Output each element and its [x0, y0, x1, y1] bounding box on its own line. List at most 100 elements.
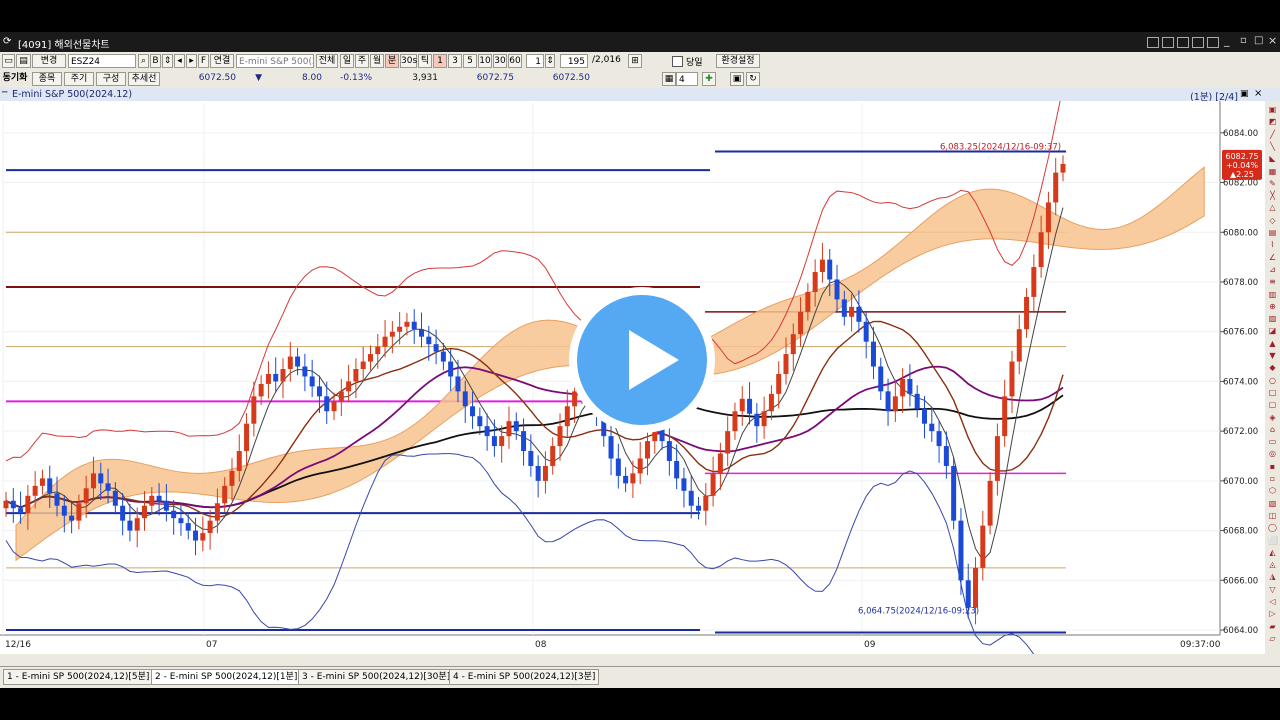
window-close-icon[interactable]: ×: [1268, 34, 1277, 47]
chart-type-icon[interactable]: ▤: [16, 54, 31, 68]
drawing-tool-icon[interactable]: ▧: [1268, 499, 1277, 508]
b-button[interactable]: B: [150, 54, 161, 68]
drawing-tool-icon[interactable]: ▣: [1268, 105, 1277, 114]
window-link-icon[interactable]: [1177, 37, 1189, 48]
unit-stepper-icon[interactable]: ⇕: [545, 54, 555, 68]
drawing-tool-icon[interactable]: ▪: [1268, 462, 1277, 471]
drawing-tool-icon[interactable]: ╳: [1268, 191, 1277, 200]
drawing-tool-icon[interactable]: ◮: [1268, 572, 1277, 581]
month-button[interactable]: 월: [370, 54, 384, 68]
week-button[interactable]: 주: [355, 54, 369, 68]
drawing-tool-icon[interactable]: ⌇: [1268, 240, 1277, 249]
window-restore-icon[interactable]: ▫: [1240, 35, 1247, 46]
search-icon[interactable]: ⌕: [138, 54, 149, 68]
drawing-tool-icon[interactable]: ∠: [1268, 253, 1277, 262]
drawing-tool-icon[interactable]: ◭: [1268, 548, 1277, 557]
drawing-tool-icon[interactable]: ◈: [1268, 413, 1277, 422]
window-help-icon[interactable]: [1192, 37, 1204, 48]
drawing-tool-icon[interactable]: ✎: [1268, 179, 1277, 188]
interval-60-button[interactable]: 60: [508, 54, 522, 68]
drawing-tool-icon[interactable]: ╲: [1268, 142, 1277, 151]
drawing-tool-icon[interactable]: ⌂: [1268, 425, 1277, 434]
seconds-button[interactable]: 30s: [400, 54, 417, 68]
window-minimize-icon[interactable]: _: [1224, 34, 1230, 47]
count-input[interactable]: 195: [560, 54, 588, 68]
settings-button[interactable]: 환경설정: [716, 54, 760, 68]
tab-chart-1[interactable]: 1 - E-mini SP 500(2024,12)[5분]: [3, 669, 154, 685]
drawing-tool-icon[interactable]: △: [1268, 203, 1277, 212]
drawing-tool-icon[interactable]: ▲: [1268, 339, 1277, 348]
drawing-tool-icon[interactable]: ◩: [1268, 117, 1277, 126]
window-print-icon[interactable]: [1207, 37, 1219, 48]
zoom-icon[interactable]: ⊞: [628, 54, 642, 68]
window-cascade-icon[interactable]: [1162, 37, 1174, 48]
interval-3-button[interactable]: 3: [448, 54, 462, 68]
layout-grid-icon[interactable]: ▦: [662, 72, 676, 86]
compose-button[interactable]: 구성: [96, 72, 126, 86]
unit-input[interactable]: 1: [526, 54, 544, 68]
drawing-tool-icon[interactable]: ≡: [1268, 277, 1277, 286]
drawing-tool-icon[interactable]: ▢: [1268, 400, 1277, 409]
interval-10-button[interactable]: 10: [478, 54, 492, 68]
stepper-icon[interactable]: ⇕: [162, 54, 173, 68]
layout-count-select[interactable]: 4: [676, 72, 698, 86]
drawing-tool-icon[interactable]: ▫: [1268, 474, 1277, 483]
drawing-tool-icon[interactable]: ▭: [1268, 437, 1277, 446]
change-button[interactable]: 변경: [32, 54, 66, 68]
window-maximize-icon[interactable]: □: [1254, 35, 1263, 46]
trendline-button[interactable]: 추세선: [128, 72, 160, 86]
symbol-input[interactable]: ESZ24: [68, 54, 136, 68]
cycle-button[interactable]: 주기: [64, 72, 94, 86]
drawing-tool-icon[interactable]: ◬: [1268, 560, 1277, 569]
video-play-button[interactable]: [569, 287, 715, 433]
tick-button[interactable]: 틱: [418, 54, 432, 68]
refresh-icon[interactable]: ↻: [746, 72, 760, 86]
item-button[interactable]: 종목: [32, 72, 62, 86]
sync-button[interactable]: 동기화: [0, 72, 30, 86]
drawing-tool-icon[interactable]: ▽: [1268, 585, 1277, 594]
minute-button[interactable]: 분: [385, 54, 399, 68]
interval-5-button[interactable]: 5: [463, 54, 477, 68]
day-button[interactable]: 일: [340, 54, 354, 68]
drawing-tool-icon[interactable]: ▥: [1268, 290, 1277, 299]
drawing-tool-icon[interactable]: ⊕: [1268, 302, 1277, 311]
tab-chart-4[interactable]: 4 - E-mini SP 500(2024,12)[3분]: [449, 669, 600, 685]
interval-30-button[interactable]: 30: [493, 54, 507, 68]
drawing-tool-icon[interactable]: ▱: [1268, 634, 1277, 643]
drawing-tool-icon[interactable]: ◫: [1268, 511, 1277, 520]
all-button[interactable]: 전체: [316, 54, 338, 68]
save-icon[interactable]: ▣: [730, 72, 744, 86]
window-tile-icon[interactable]: [1147, 37, 1159, 48]
drawing-tool-icon[interactable]: ◁: [1268, 597, 1277, 606]
drawing-tool-icon[interactable]: ▤: [1268, 228, 1277, 237]
drawing-tool-icon[interactable]: ◯: [1268, 523, 1277, 532]
same-day-checkbox[interactable]: [672, 56, 683, 67]
drawing-tool-icon[interactable]: ▷: [1268, 609, 1277, 618]
drawing-tool-icon[interactable]: ▰: [1268, 622, 1277, 631]
drawing-tool-icon[interactable]: ○: [1268, 376, 1277, 385]
drawing-tool-icon[interactable]: ◆: [1268, 363, 1277, 372]
drawing-tool-icon[interactable]: ⊿: [1268, 265, 1277, 274]
drawing-tool-icon[interactable]: ▦: [1268, 167, 1277, 176]
drawing-tool-icon[interactable]: ▨: [1268, 314, 1277, 323]
drawing-tool-icon[interactable]: □: [1268, 388, 1277, 397]
prev-icon[interactable]: ◂: [174, 54, 185, 68]
new-window-icon[interactable]: ▭: [2, 54, 15, 68]
interval-1-button[interactable]: 1: [433, 54, 447, 68]
link-button[interactable]: 연결: [210, 54, 234, 68]
add-icon[interactable]: ✚: [702, 72, 716, 86]
f-button[interactable]: F: [198, 54, 209, 68]
tab-chart-3[interactable]: 3 - E-mini SP 500(2024,12)[30분]: [298, 669, 455, 685]
drawing-tool-icon[interactable]: ◇: [1268, 216, 1277, 225]
pane-maximize-icon[interactable]: ▣: [1240, 89, 1249, 99]
next-icon[interactable]: ▸: [186, 54, 197, 68]
drawing-tool-icon[interactable]: ⬡: [1268, 486, 1277, 495]
drawing-tool-icon[interactable]: ╱: [1268, 130, 1277, 139]
collapse-icon[interactable]: ─: [2, 88, 7, 98]
pane-close-icon[interactable]: ×: [1254, 88, 1262, 99]
drawing-tool-icon[interactable]: ◪: [1268, 326, 1277, 335]
drawing-tool-icon[interactable]: ▼: [1268, 351, 1277, 360]
tab-chart-2[interactable]: 2 - E-mini SP 500(2024,12)[1분]: [151, 669, 302, 685]
drawing-tool-icon[interactable]: ◎: [1268, 449, 1277, 458]
drawing-tool-icon[interactable]: ◣: [1268, 154, 1277, 163]
